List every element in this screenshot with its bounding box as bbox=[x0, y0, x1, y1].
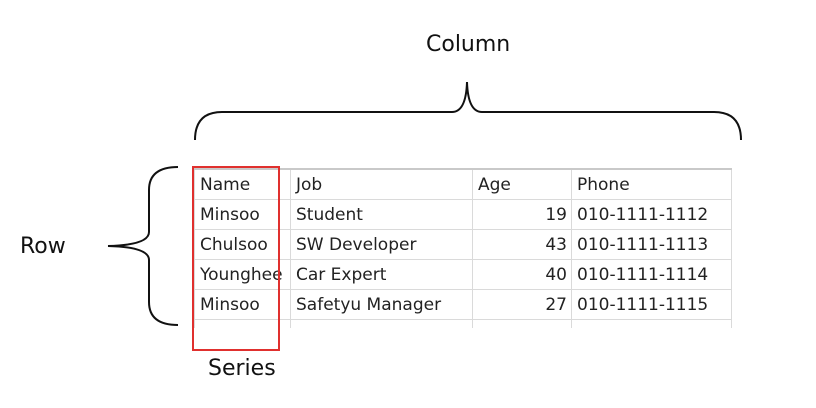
cell-job[interactable]: Car Expert bbox=[290, 259, 473, 290]
cell-phone[interactable]: 010-1111-1115 bbox=[571, 289, 732, 320]
empty-cell[interactable] bbox=[472, 319, 572, 328]
spreadsheet-grid: Name Job Age Phone Minsoo Student 19 010… bbox=[194, 168, 732, 328]
row-label: Row bbox=[20, 234, 66, 259]
cell-phone[interactable]: 010-1111-1112 bbox=[571, 199, 732, 230]
table-row: Chulsoo SW Developer 43 010-1111-1113 bbox=[194, 229, 732, 260]
empty-cell[interactable] bbox=[290, 319, 473, 328]
cell-job[interactable]: Student bbox=[290, 199, 473, 230]
cell-phone[interactable]: 010-1111-1114 bbox=[571, 259, 732, 290]
table-row: Minsoo Safetyu Manager 27 010-1111-1115 bbox=[194, 289, 732, 320]
column-label: Column bbox=[426, 32, 511, 57]
empty-cell[interactable] bbox=[194, 319, 291, 328]
header-cell-job[interactable]: Job bbox=[290, 168, 473, 200]
table-row: Younghee Car Expert 40 010-1111-1114 bbox=[194, 259, 732, 290]
row-brace bbox=[107, 166, 179, 326]
cell-phone[interactable]: 010-1111-1113 bbox=[571, 229, 732, 260]
cell-age[interactable]: 27 bbox=[472, 289, 572, 320]
empty-row bbox=[194, 319, 732, 328]
cell-name[interactable]: Minsoo bbox=[194, 199, 291, 230]
cell-age[interactable]: 43 bbox=[472, 229, 572, 260]
series-label: Series bbox=[208, 356, 276, 381]
header-cell-age[interactable]: Age bbox=[472, 168, 572, 200]
cell-name[interactable]: Younghee bbox=[194, 259, 291, 290]
empty-cell[interactable] bbox=[571, 319, 732, 328]
cell-name[interactable]: Minsoo bbox=[194, 289, 291, 320]
table-row: Minsoo Student 19 010-1111-1112 bbox=[194, 199, 732, 230]
header-cell-phone[interactable]: Phone bbox=[571, 168, 732, 200]
header-cell-name[interactable]: Name bbox=[194, 168, 291, 200]
cell-job[interactable]: Safetyu Manager bbox=[290, 289, 473, 320]
cell-name[interactable]: Chulsoo bbox=[194, 229, 291, 260]
cell-age[interactable]: 19 bbox=[472, 199, 572, 230]
column-brace bbox=[194, 81, 742, 141]
header-row: Name Job Age Phone bbox=[194, 168, 732, 200]
cell-age[interactable]: 40 bbox=[472, 259, 572, 290]
cell-job[interactable]: SW Developer bbox=[290, 229, 473, 260]
